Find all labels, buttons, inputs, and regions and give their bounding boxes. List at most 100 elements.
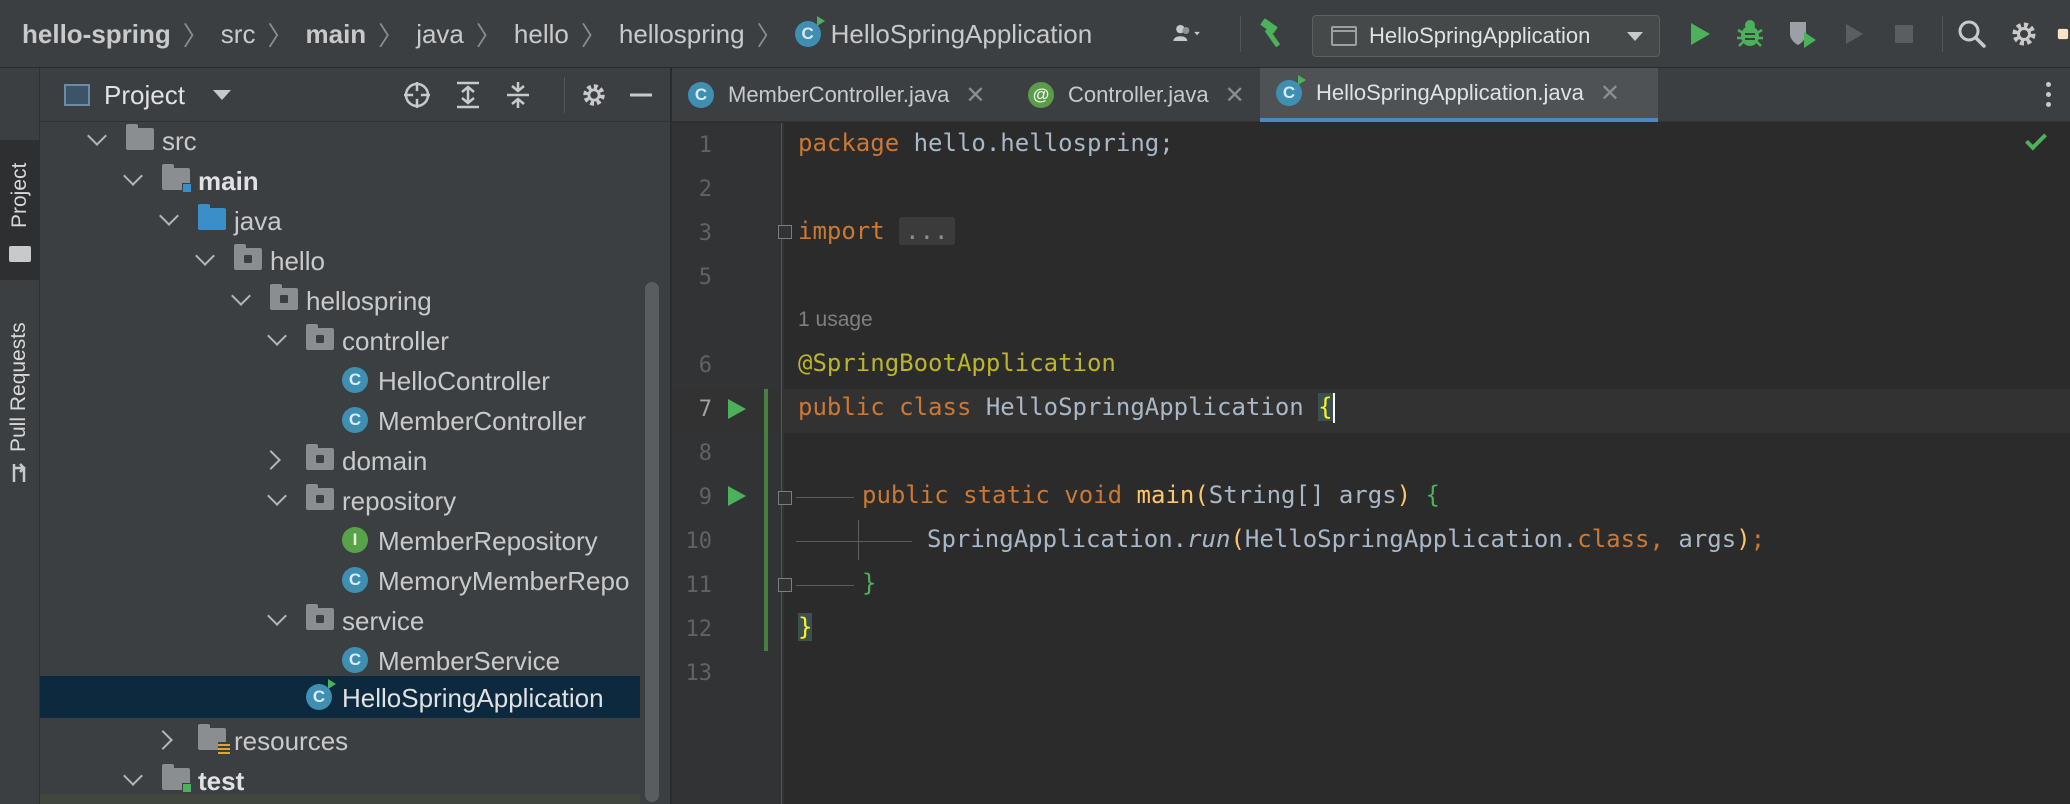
run-disabled-icon[interactable] — [1838, 18, 1870, 50]
source-root-folder-icon — [198, 204, 226, 230]
tree-node-resources[interactable]: resources — [40, 720, 640, 760]
tree-node-hellospring[interactable]: hellospring — [40, 280, 640, 320]
breadcrumb-item[interactable]: hellospring — [619, 19, 745, 50]
code-line-9[interactable]: public static void main(String[] args) { — [862, 481, 1440, 509]
tree-node-hellocontroller[interactable]: C HelloController — [40, 360, 640, 400]
chevron-down-icon[interactable] — [195, 246, 215, 266]
chevron-down-icon[interactable] — [159, 206, 179, 226]
stop-icon[interactable] — [1888, 18, 1920, 50]
chevron-down-icon[interactable] — [123, 766, 143, 786]
code-token: hello.hellospring; — [899, 129, 1174, 157]
code-line-11[interactable]: } — [862, 569, 876, 597]
run-with-coverage-icon[interactable] — [1786, 18, 1818, 50]
pull-requests-label: Pull Requests — [7, 322, 30, 452]
build-hammer-icon[interactable] — [1256, 18, 1288, 50]
code-line-3[interactable]: import ... — [798, 217, 955, 245]
line-number: 13 — [685, 661, 713, 686]
indent-guide — [796, 497, 854, 498]
semicolon-token: ; — [1750, 525, 1766, 553]
panel-settings-gear-icon[interactable] — [580, 68, 608, 122]
run-configuration-name: HelloSpringApplication — [1369, 23, 1591, 48]
code-line-6[interactable]: @SpringBootApplication — [798, 349, 1116, 377]
project-view-selector[interactable]: Project — [64, 68, 231, 122]
chevron-right-icon[interactable] — [153, 730, 173, 750]
breadcrumb-item[interactable]: hello-spring — [22, 19, 171, 50]
tree-scrollbar[interactable] — [645, 282, 659, 802]
tab-membercontroller[interactable]: C MemberController.java ✕ — [672, 68, 1008, 122]
chevron-down-icon[interactable] — [87, 126, 107, 146]
run-icon[interactable] — [1684, 18, 1716, 50]
hide-panel-icon[interactable] — [628, 68, 654, 122]
code-line-10[interactable]: SpringApplication.run(HelloSpringApplica… — [927, 525, 1765, 553]
run-class-gutter-icon[interactable] — [728, 399, 746, 419]
run-configuration-select[interactable]: HelloSpringApplication — [1312, 15, 1660, 57]
settings-gear-icon[interactable] — [2008, 18, 2040, 50]
tab-label: HelloSpringApplication.java — [1316, 80, 1584, 105]
breadcrumb-item[interactable]: hello — [514, 19, 569, 50]
breadcrumb-item[interactable]: java — [416, 19, 464, 50]
tree-node-domain[interactable]: domain — [40, 440, 640, 480]
paren-token: ( — [1230, 525, 1245, 553]
chevron-down-icon[interactable] — [123, 166, 143, 186]
tree-node-membercontroller[interactable]: C MemberController — [40, 400, 640, 440]
tree-node-memorymemberrepository[interactable]: C MemoryMemberRepo — [40, 560, 640, 600]
expand-all-icon[interactable] — [454, 68, 482, 122]
method-token: main — [1136, 481, 1195, 509]
tree-node-java[interactable]: java — [40, 200, 640, 240]
chevron-down-icon[interactable] — [231, 286, 251, 306]
tree-node-hellospringapplication[interactable]: C HelloSpringApplication — [40, 676, 640, 718]
tree-node-memberservice[interactable]: C MemberService — [40, 640, 640, 680]
more-options-icon[interactable] — [2046, 82, 2052, 108]
tree-node-controller[interactable]: controller — [40, 320, 640, 360]
class-icon: C — [342, 567, 368, 593]
chevron-down-icon[interactable] — [267, 606, 287, 626]
run-main-gutter-icon[interactable] — [728, 486, 746, 506]
tree-node-label: main — [198, 166, 259, 196]
fold-expand-icon[interactable] — [778, 225, 792, 239]
fold-collapse-icon[interactable] — [778, 491, 792, 505]
tree-node-memberrepository[interactable]: I MemberRepository — [40, 520, 640, 560]
class-run-icon: C — [306, 679, 336, 710]
tree-node-label: MemberController — [378, 406, 587, 436]
debug-bug-icon[interactable] — [1734, 18, 1766, 50]
chevron-down-icon[interactable] — [267, 486, 287, 506]
keyword-token: class, — [1577, 525, 1664, 553]
chevron-right-icon[interactable] — [261, 450, 281, 470]
close-icon[interactable]: ✕ — [1225, 81, 1245, 110]
fold-end-icon[interactable] — [778, 578, 792, 592]
folded-imports-chip[interactable]: ... — [899, 217, 955, 245]
vcs-change-marker[interactable] — [764, 389, 768, 651]
code-line-1[interactable]: package hello.hellospring; — [798, 129, 1174, 157]
collapse-all-icon[interactable] — [504, 68, 532, 122]
search-icon[interactable] — [1956, 18, 1988, 50]
chevron-down-icon[interactable] — [267, 326, 287, 346]
pull-requests-tool-button[interactable]: Pull Requests — [0, 304, 40, 494]
breadcrumb-item[interactable]: main — [305, 19, 366, 50]
params-token: String[] args — [1208, 481, 1397, 509]
line-number: 10 — [685, 529, 713, 554]
toolbar-separator — [1942, 16, 1943, 52]
tab-controller[interactable]: @ Controller.java ✕ — [1012, 68, 1300, 122]
usage-hint[interactable]: 1 usage — [798, 308, 873, 332]
close-icon[interactable]: ✕ — [965, 81, 985, 110]
editor-tabs: C MemberController.java ✕ @ Controller.j… — [672, 68, 2070, 122]
tree-node-main[interactable]: main — [40, 160, 640, 200]
tree-node-hello[interactable]: hello — [40, 240, 640, 280]
tree-node-service[interactable]: service — [40, 600, 640, 640]
plugin-icon[interactable] — [2056, 18, 2070, 50]
brace-token: } — [862, 569, 877, 597]
tree-node-src[interactable]: src — [40, 122, 640, 160]
tab-label: Controller.java — [1068, 82, 1209, 107]
breadcrumb-item[interactable]: HelloSpringApplication — [831, 19, 1093, 50]
select-opened-file-icon[interactable] — [402, 68, 432, 122]
project-tool-button[interactable]: Project — [0, 140, 40, 280]
code-line-7[interactable]: public class HelloSpringApplication { — [798, 393, 1335, 423]
code-line-12[interactable]: } — [798, 613, 813, 641]
tree-node-repository[interactable]: repository — [40, 480, 640, 520]
breadcrumb-item[interactable]: src — [221, 19, 256, 50]
user-account-icon[interactable] — [1172, 18, 1204, 50]
tab-hellospringapplication[interactable]: C HelloSpringApplication.java ✕ — [1260, 68, 1658, 122]
editor-area[interactable] — [786, 123, 2070, 804]
close-icon[interactable]: ✕ — [1600, 79, 1620, 108]
method-token: run — [1187, 525, 1231, 553]
